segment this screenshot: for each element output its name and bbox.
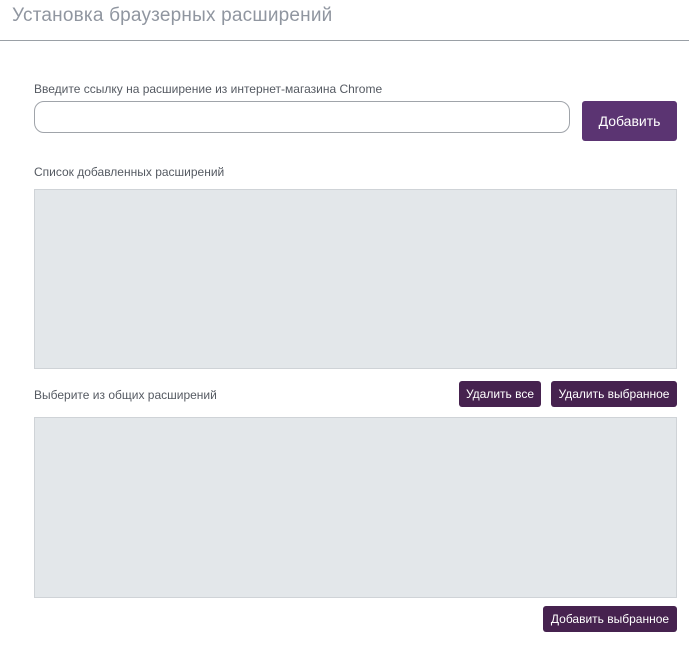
add-extension-button[interactable]: Добавить — [582, 101, 677, 141]
common-extensions-label: Выберите из общих расширений — [34, 388, 217, 402]
add-selected-button[interactable]: Добавить выбранное — [543, 606, 677, 632]
delete-all-button[interactable]: Удалить все — [459, 381, 541, 407]
added-extensions-label: Список добавленных расширений — [34, 165, 225, 179]
common-extensions-list[interactable] — [34, 417, 677, 598]
added-extensions-list[interactable] — [34, 189, 677, 369]
extensions-install-page: Установка браузерных расширений Введите … — [0, 0, 689, 646]
page-header: Установка браузерных расширений — [0, 0, 689, 41]
extension-url-label: Введите ссылку на расширение из интернет… — [34, 82, 383, 96]
page-title: Установка браузерных расширений — [12, 5, 333, 26]
extension-url-input[interactable] — [34, 101, 570, 133]
delete-selected-button[interactable]: Удалить выбранное — [551, 381, 677, 407]
